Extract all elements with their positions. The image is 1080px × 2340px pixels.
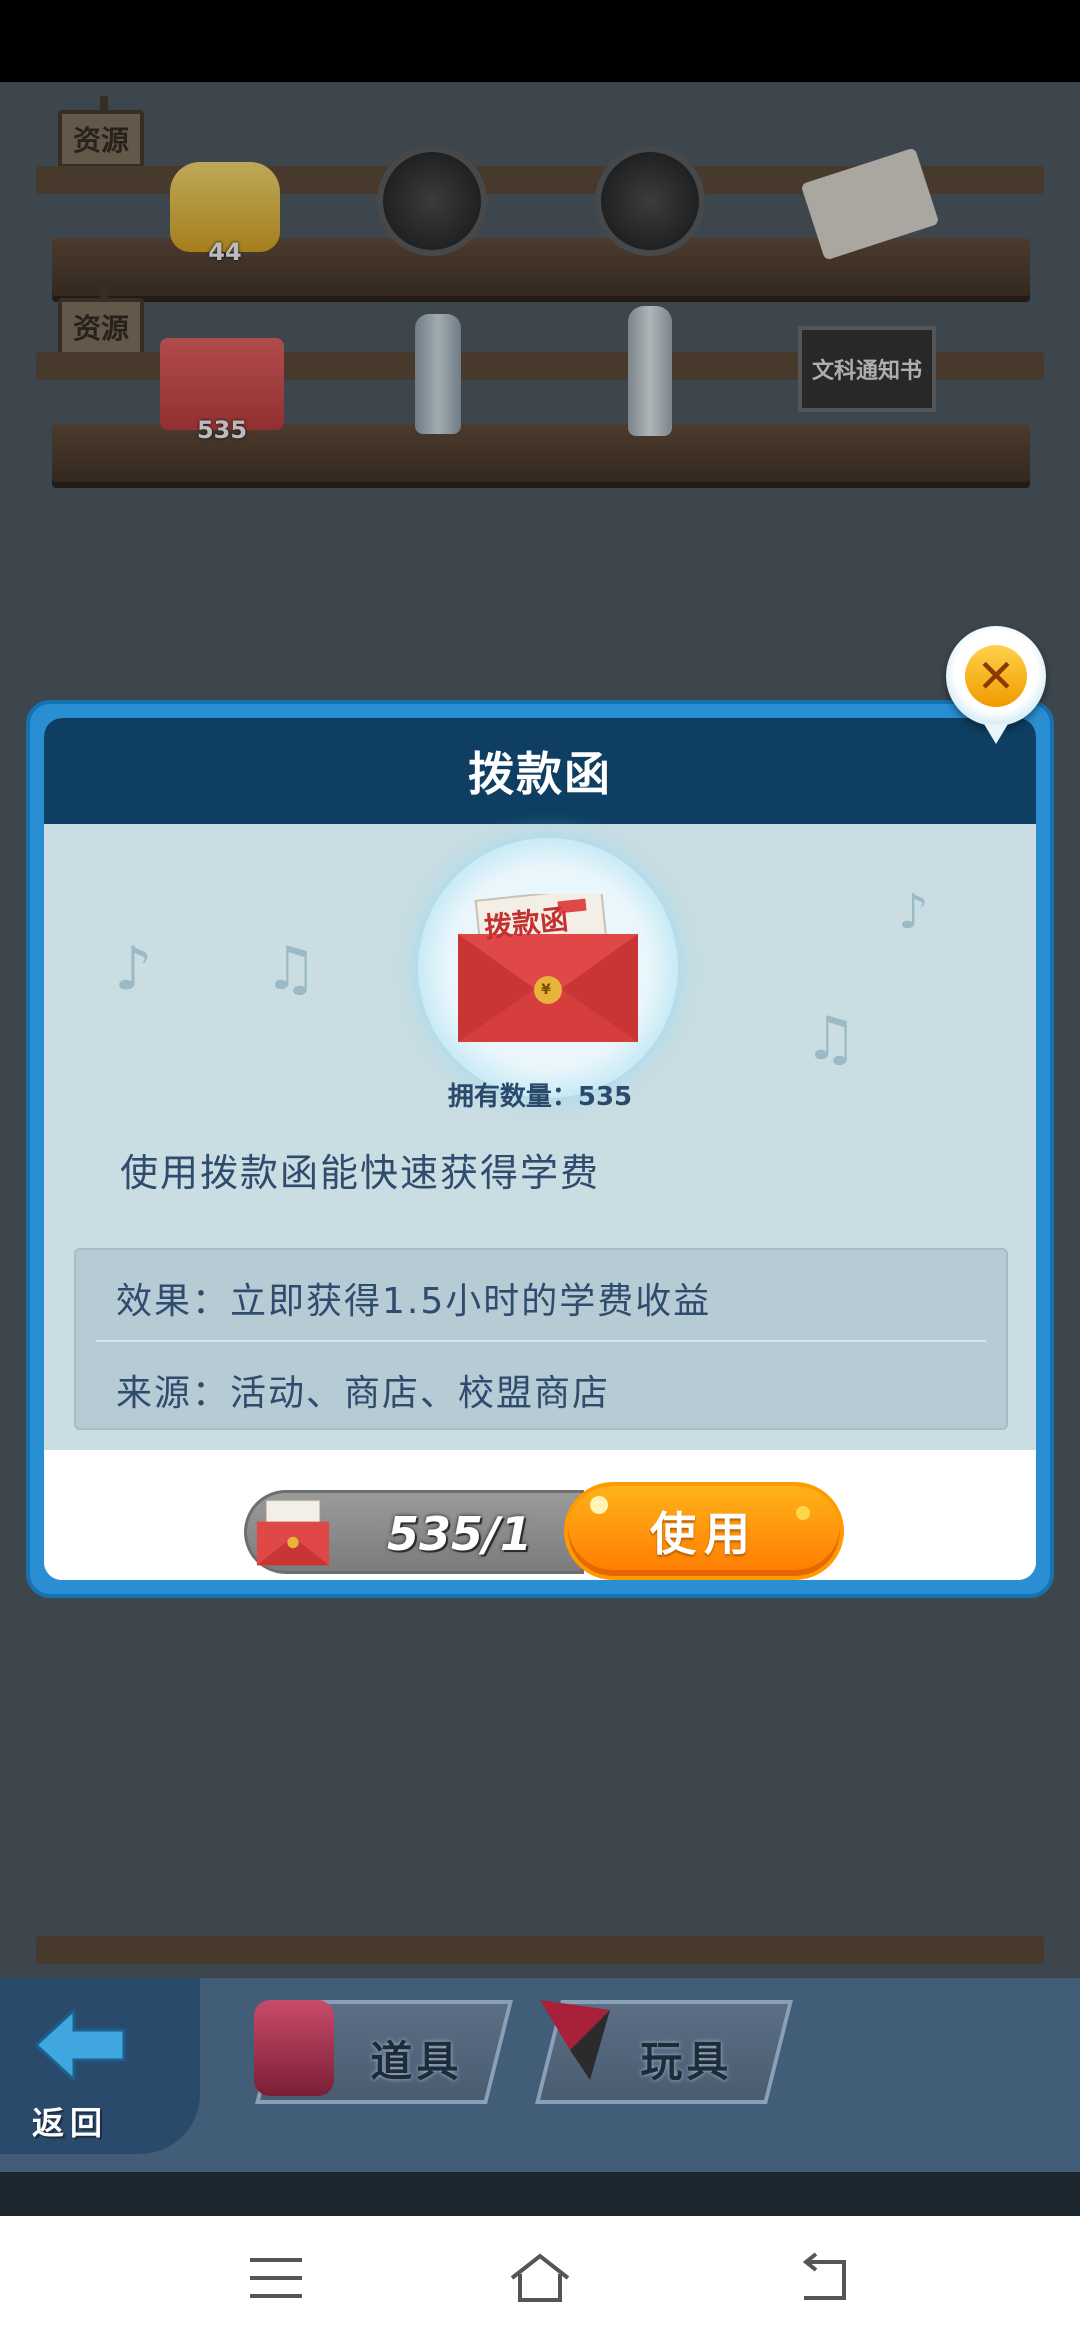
status-bar bbox=[0, 0, 1080, 82]
divider bbox=[96, 1340, 986, 1342]
info-box: 效果：立即获得1.5小时的学费收益 来源：活动、商店、校盟商店 bbox=[74, 1248, 1008, 1430]
dialog-panel: 拨款函 ♪ ♫ ♫ ♪ ¥ 拨款函 拥有数量：535 使用拨款函能快速获得学费 … bbox=[44, 718, 1036, 1580]
back-nav-icon[interactable] bbox=[794, 2248, 858, 2308]
funding-letter-small-icon bbox=[256, 1500, 330, 1566]
navigation-bar bbox=[0, 2216, 1080, 2340]
tab-toys-label: 玩具 bbox=[640, 2037, 733, 2086]
owned-count: 拥有数量：535 bbox=[447, 1082, 633, 1112]
dialog-footer: 535/1 使用 bbox=[44, 1450, 1036, 1580]
backpack-icon bbox=[254, 2000, 334, 2096]
screen-separator bbox=[0, 2172, 1080, 2216]
source-text: 来源：活动、商店、校盟商店 bbox=[116, 1373, 611, 1414]
bubble-decoration bbox=[590, 1496, 608, 1514]
back-label: 返回 bbox=[32, 2104, 109, 2142]
kite-icon bbox=[540, 2000, 610, 2080]
dialog-header: 拨款函 bbox=[44, 718, 1036, 824]
use-button[interactable]: 使用 bbox=[564, 1482, 844, 1580]
item-icon-frame: ¥ 拨款函 bbox=[418, 838, 678, 1098]
item-description: 使用拨款函能快速获得学费 bbox=[120, 1151, 601, 1195]
music-note-icon: ♫ bbox=[804, 1004, 858, 1074]
bubble-decoration bbox=[796, 1506, 810, 1520]
menu-icon[interactable] bbox=[244, 2248, 308, 2308]
item-dialog: 拨款函 ♪ ♫ ♫ ♪ ¥ 拨款函 拥有数量：535 使用拨款函能快速获得学费 … bbox=[26, 700, 1054, 1598]
svg-text:¥: ¥ bbox=[541, 982, 551, 998]
music-note-icon: ♫ bbox=[264, 934, 318, 1004]
music-note-icon: ♪ bbox=[114, 934, 153, 1004]
count-display: 535/1 bbox=[244, 1490, 584, 1574]
count-text: 535/1 bbox=[387, 1507, 532, 1561]
dialog-body: ♪ ♫ ♫ ♪ ¥ 拨款函 拥有数量：535 使用拨款函能快速获得学费 效果：立… bbox=[44, 824, 1036, 1450]
tab-items-label: 道具 bbox=[370, 2037, 463, 2086]
back-button[interactable]: 返回 bbox=[0, 1978, 200, 2154]
dialog-title: 拨款函 bbox=[468, 747, 612, 801]
close-icon: ✕ bbox=[965, 645, 1027, 707]
use-button-label: 使用 bbox=[650, 1507, 758, 1561]
music-note-icon: ♪ bbox=[898, 884, 929, 940]
close-button[interactable]: ✕ bbox=[946, 626, 1046, 744]
home-icon[interactable] bbox=[508, 2248, 572, 2308]
effect-text: 效果：立即获得1.5小时的学费收益 bbox=[116, 1281, 712, 1322]
back-arrow-icon bbox=[36, 2010, 126, 2080]
